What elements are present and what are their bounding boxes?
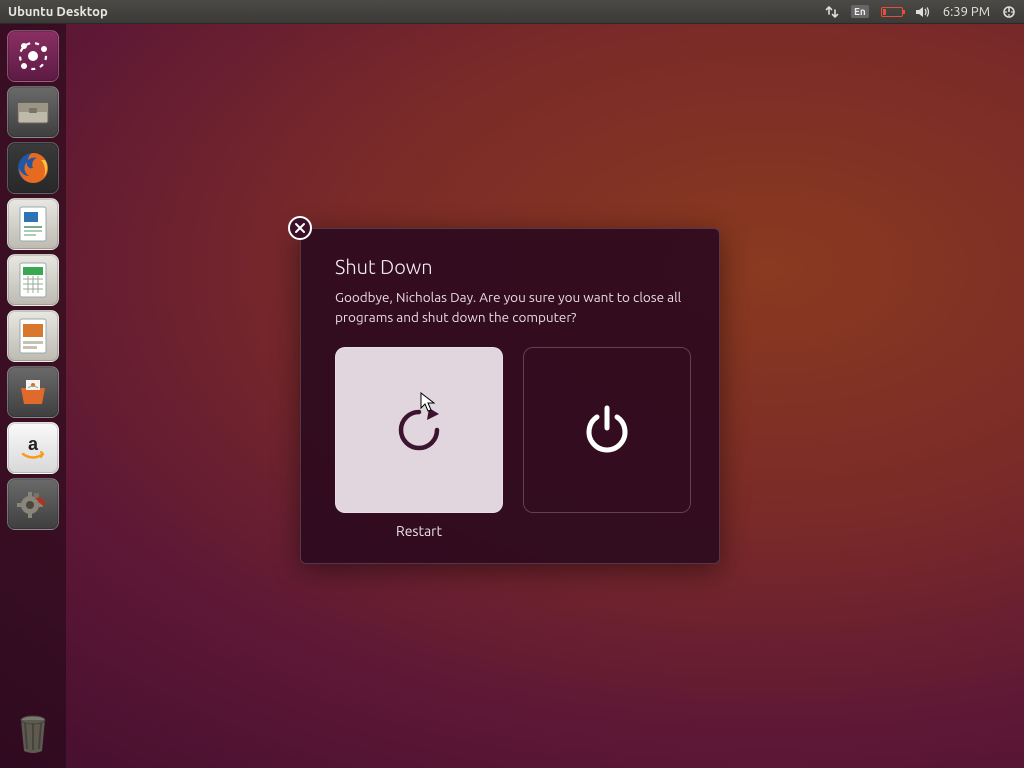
restart-label: Restart xyxy=(396,523,442,541)
restart-icon xyxy=(391,402,447,458)
software-center-icon[interactable] xyxy=(7,366,59,418)
clock[interactable]: 6:39 PM xyxy=(943,5,990,19)
trash-icon[interactable] xyxy=(7,708,59,760)
restart-button[interactable] xyxy=(335,347,503,513)
settings-icon[interactable] xyxy=(7,478,59,530)
close-icon xyxy=(294,222,306,234)
shutdown-dialog: Shut Down Goodbye, Nicholas Day. Are you… xyxy=(290,218,722,564)
system-tray: En 6:39 PM xyxy=(825,5,1016,19)
calc-icon[interactable] xyxy=(7,254,59,306)
shutdown-button[interactable] xyxy=(523,347,691,513)
network-indicator[interactable] xyxy=(825,5,839,19)
firefox-icon[interactable] xyxy=(7,142,59,194)
session-indicator[interactable] xyxy=(1002,5,1016,19)
battery-icon xyxy=(881,7,903,17)
dialog-message: Goodbye, Nicholas Day. Are you sure you … xyxy=(335,288,685,327)
volume-indicator[interactable] xyxy=(915,5,931,19)
dialog-options: Restart xyxy=(335,347,685,541)
dialog-title: Shut Down xyxy=(335,255,685,278)
power-icon xyxy=(579,402,635,458)
amazon-icon[interactable]: a xyxy=(7,422,59,474)
close-button[interactable] xyxy=(288,216,312,240)
svg-text:a: a xyxy=(28,434,39,454)
dash-icon[interactable] xyxy=(7,30,59,82)
files-icon[interactable] xyxy=(7,86,59,138)
unity-launcher: a xyxy=(0,24,66,768)
language-indicator[interactable]: En xyxy=(851,5,869,18)
battery-indicator[interactable] xyxy=(881,7,903,17)
active-window-title: Ubuntu Desktop xyxy=(8,5,108,19)
impress-icon[interactable] xyxy=(7,310,59,362)
writer-icon[interactable] xyxy=(7,198,59,250)
dialog-panel: Shut Down Goodbye, Nicholas Day. Are you… xyxy=(300,228,720,564)
top-menubar: Ubuntu Desktop En 6:39 PM xyxy=(0,0,1024,24)
